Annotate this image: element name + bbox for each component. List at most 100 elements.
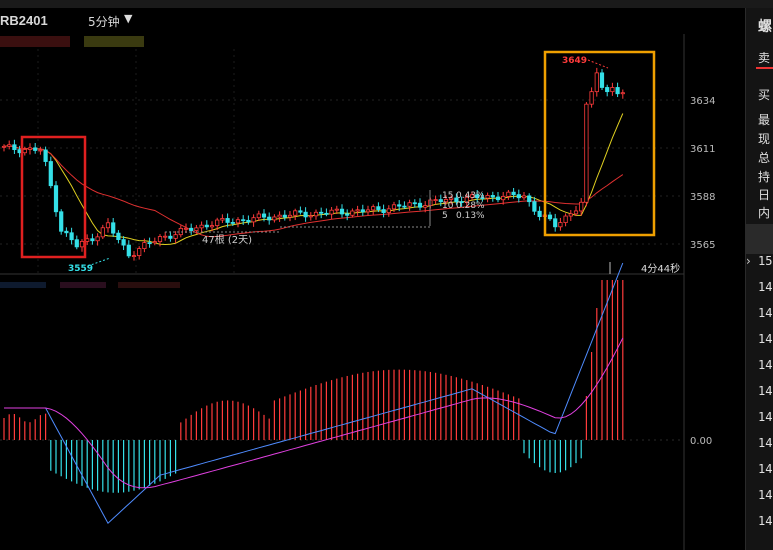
candle-body <box>189 227 194 231</box>
candle-body <box>199 224 204 229</box>
candle-body <box>27 147 33 150</box>
candle-body <box>324 212 329 215</box>
info-strip <box>0 282 46 288</box>
panel-divider <box>746 224 773 254</box>
quote-row-openint: 持 <box>758 170 771 184</box>
candle-body <box>163 235 168 238</box>
ma-period-label: 5 <box>442 211 448 221</box>
price-axis: 3634 3611 3588 3565 0.00 <box>690 96 715 447</box>
panel-title: 螺 <box>758 19 772 35</box>
candle-body <box>308 215 313 218</box>
symbol-label[interactable]: RB2401 <box>0 13 48 28</box>
candle-body <box>95 236 100 242</box>
kline-chart[interactable]: 36343611358835650.00 3559364947根 (2天)15 0… <box>0 34 745 550</box>
info-strip <box>60 282 106 288</box>
candle-body <box>287 214 293 218</box>
info-strip <box>0 36 70 47</box>
candle-body <box>131 255 137 258</box>
candle-body <box>209 225 215 228</box>
candle-body <box>12 144 17 151</box>
candle-body <box>22 149 27 154</box>
chevron-down-icon[interactable]: ▼ <box>124 12 132 25</box>
candle-body <box>563 215 568 223</box>
price-tick-label: 3588 <box>690 192 715 203</box>
candle-body <box>33 147 38 151</box>
candle-body <box>272 216 277 221</box>
candle-body <box>241 219 246 222</box>
quote-row-total: 总 <box>758 151 771 165</box>
ma-pct-label: 0.13% <box>456 211 485 221</box>
candle-body <box>69 232 74 241</box>
candle-body <box>386 208 391 214</box>
candle-body <box>116 232 121 240</box>
candle-body <box>433 199 438 202</box>
ma-period-label: 10 <box>442 201 454 211</box>
candle-body <box>615 87 620 95</box>
candle-body <box>267 216 272 221</box>
candle-body <box>204 224 209 228</box>
candle-body <box>329 209 334 215</box>
candle-body <box>282 214 287 218</box>
candle-body <box>230 222 235 224</box>
candle-body <box>558 222 563 228</box>
candle-body <box>511 191 516 196</box>
ma-pct-label: 0.43% <box>456 191 485 201</box>
candle-body <box>43 149 48 162</box>
candle-body <box>246 219 251 223</box>
chevron-right-icon[interactable]: › <box>746 254 751 268</box>
candle-body <box>303 211 308 218</box>
quote-row-buy: 买 <box>758 88 771 102</box>
candle-body <box>407 202 412 207</box>
price-tick-label: 3611 <box>690 144 715 155</box>
candle-body <box>126 244 131 257</box>
candle-body <box>589 91 594 105</box>
candle-body <box>350 210 355 216</box>
candle-body <box>157 236 163 243</box>
tick-time: 14 <box>758 514 773 528</box>
candle-body <box>360 209 365 213</box>
tick-time: 14 <box>758 332 773 346</box>
tick-time: 14 <box>758 384 773 398</box>
candle-body <box>417 202 423 208</box>
candle-body <box>235 219 241 224</box>
candle-body <box>521 195 527 199</box>
candle-body <box>220 218 225 221</box>
candle-body <box>495 196 501 201</box>
candle-body <box>293 210 298 216</box>
quote-row-daily: 日 <box>758 188 771 202</box>
candle-body <box>391 204 397 210</box>
candle-body <box>74 239 79 248</box>
info-strip <box>84 36 144 47</box>
macd-zero-label: 0.00 <box>690 436 712 447</box>
candle-body <box>485 195 490 199</box>
candle-body <box>48 161 53 187</box>
countdown-label: 4分44秒 <box>641 262 680 275</box>
period-selector[interactable]: 5分钟 <box>88 13 120 30</box>
candle-body <box>79 241 85 248</box>
candle-body <box>620 92 625 95</box>
candle-body <box>121 239 126 246</box>
candle-body <box>365 209 371 213</box>
tick-time: 14 <box>758 410 773 424</box>
candle-body <box>147 242 152 245</box>
tick-time: 14 <box>758 358 773 372</box>
candle-body <box>225 218 230 223</box>
tick-time: 14 <box>758 306 773 320</box>
candle-body <box>59 211 64 232</box>
tab-sell[interactable]: 卖 <box>758 49 770 66</box>
candle-body <box>142 242 147 249</box>
candle-body <box>277 214 282 218</box>
candle-body <box>53 185 59 213</box>
chart-header: RB2401 5分钟 ▼ <box>0 8 745 34</box>
candle-body <box>298 210 303 213</box>
quote-panel: 螺 卖 买 最 现 总 持 日 内 › 15 14 14 14 14 14 14… <box>745 8 773 550</box>
candle-body <box>423 205 428 208</box>
tick-time: 14 <box>758 436 773 450</box>
candle-body <box>105 222 111 229</box>
candle-body <box>605 87 610 93</box>
candle-body <box>194 227 199 231</box>
tick-time: 14 <box>758 280 773 294</box>
candle-body <box>553 218 558 228</box>
candle-body <box>516 194 521 199</box>
candle-body <box>339 208 345 215</box>
